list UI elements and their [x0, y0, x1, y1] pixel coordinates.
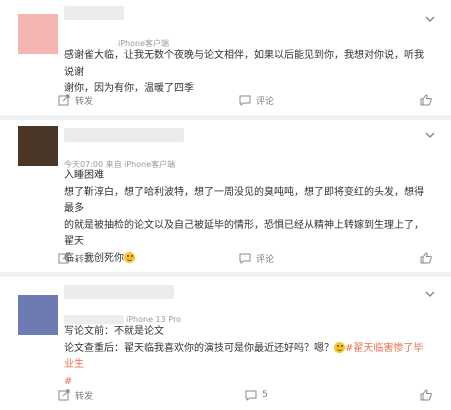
comment-line: 的就是被抽检的论文以及自己被延毕的情形，恐惧已经从精神上转嫁到生理上了，翟天 [64, 219, 424, 248]
comment-button[interactable]: 评论 [239, 252, 274, 265]
comment-line: 写论文前：不就是论文 [64, 326, 164, 337]
comment-icon [239, 253, 251, 264]
action-bar: 转发 评论 [58, 92, 437, 108]
like-button[interactable] [420, 94, 437, 106]
thumbs-up-icon [420, 94, 432, 106]
comment-count: 5 [262, 390, 268, 400]
comment-line: 想了靳淳白，想了哈利波特，想了一周没见的臭吨吨，想了即将变红的头发，想得最多 [64, 186, 424, 215]
like-button[interactable] [420, 252, 437, 264]
thumbs-up-icon [420, 389, 432, 401]
forward-label: 转发 [75, 96, 94, 107]
comment-label: 评论 [256, 254, 275, 265]
action-bar: 转发 评论 [58, 250, 437, 266]
comment-text: 感谢雀大临，让我无数个夜晚与论文相伴，如果以后能见到你，我想对你说，听我说谢 谢… [64, 48, 427, 98]
comment-icon [245, 390, 257, 401]
comment-card: 今天07:00 来自 iPhone客户端 入睡困难 想了靳淳白，想了哈利波特，想… [0, 120, 451, 272]
share-icon [58, 94, 70, 106]
forward-label: 转发 [75, 391, 94, 402]
comment-card: iPhone 13 Pro 写论文前：不就是论文 论文查重后：翟天临我喜欢你的演… [0, 277, 451, 410]
chevron-down-icon[interactable] [423, 12, 437, 26]
comment-button[interactable]: 评论 [239, 94, 274, 107]
username-blurred[interactable] [64, 285, 174, 299]
username-blurred[interactable] [64, 128, 184, 142]
smiley-emoji-icon [334, 341, 345, 353]
comment-text: 写论文前：不就是论文 论文查重后：翟天临我喜欢你的演技可是你最近还好吗？嗯？ #翟… [64, 324, 427, 390]
comment-label: 评论 [256, 96, 275, 107]
share-icon [58, 252, 70, 264]
chevron-down-icon[interactable] [423, 128, 437, 142]
comment-icon [239, 95, 251, 106]
comment-card: iPhone客户端 感谢雀大临，让我无数个夜晚与论文相伴，如果以后能见到你，我想… [0, 0, 451, 115]
thumbs-up-icon [420, 252, 432, 264]
comment-line: 论文查重后：翟天临我喜欢你的演技可是你最近还好吗？嗯？ #翟天临害惨了毕业生 [64, 341, 427, 374]
forward-button[interactable]: 转发 [58, 252, 93, 265]
like-button[interactable] [420, 389, 437, 401]
share-icon [58, 389, 70, 401]
avatar[interactable] [18, 14, 58, 54]
post-meta: iPhone 13 Pro [126, 315, 181, 324]
comment-button[interactable]: 5 [245, 389, 268, 401]
comment-line: 感谢雀大临，让我无数个夜晚与论文相伴，如果以后能见到你，我想对你说，听我说谢 [64, 50, 424, 78]
comment-line-text: 论文查重后：翟天临我喜欢你的演技可是你最近还好吗？嗯？ [64, 342, 334, 354]
avatar[interactable] [18, 295, 58, 335]
forward-button[interactable]: 转发 [58, 389, 93, 402]
action-bar: 转发 5 [58, 387, 437, 403]
forward-label: 转发 [75, 254, 94, 265]
comment-feed: iPhone客户端 感谢雀大临，让我无数个夜晚与论文相伴，如果以后能见到你，我想… [0, 0, 451, 410]
avatar[interactable] [18, 126, 58, 166]
chevron-down-icon[interactable] [423, 287, 437, 301]
meta-blurred [64, 315, 124, 324]
username-blurred[interactable] [64, 6, 124, 20]
comment-line: 入睡困难 [64, 170, 104, 181]
forward-button[interactable]: 转发 [58, 94, 93, 107]
